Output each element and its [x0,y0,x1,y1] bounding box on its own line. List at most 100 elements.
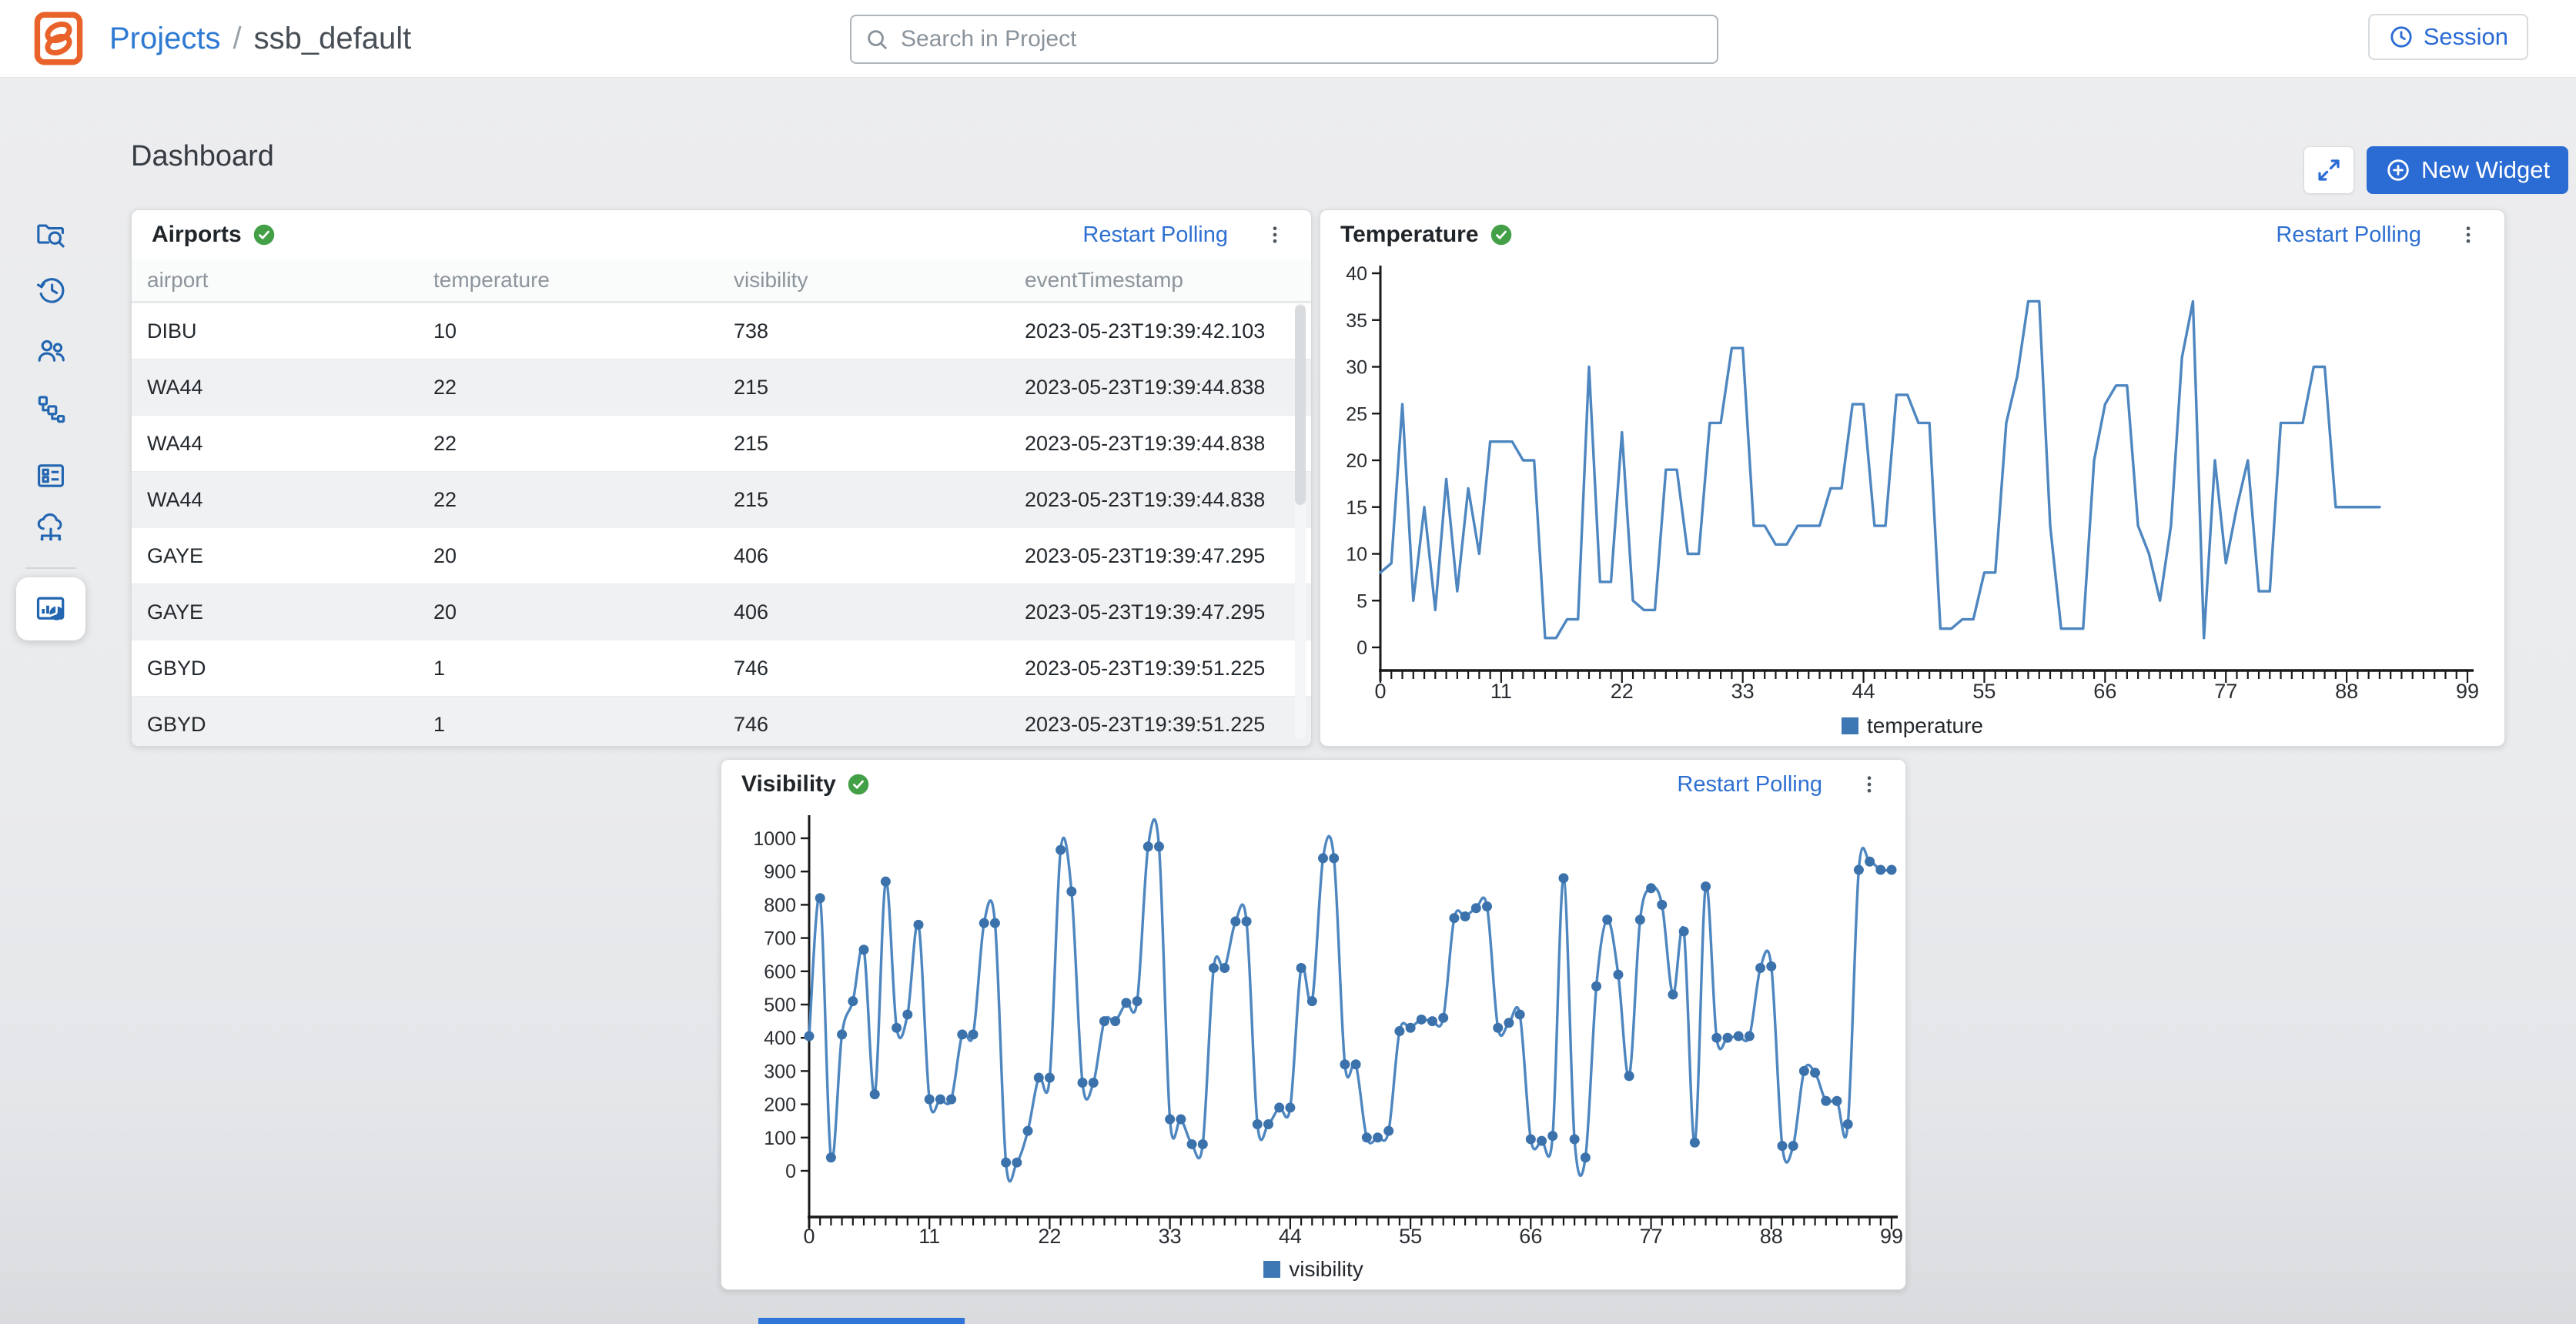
top-header: Projects / ssb_default Session [0,0,2576,78]
legend-swatch [1263,1261,1280,1278]
table-header-row: airport temperature visibility eventTime… [132,259,1311,303]
table-cell: 22 [433,376,734,400]
widget-temperature: Temperature Restart Polling 051015202530… [1320,209,2505,747]
table-scrollbar-thumb[interactable] [1295,305,1306,505]
column-header-temperature[interactable]: temperature [433,268,734,293]
table-row: DIBU107382023-05-23T19:39:42.103 [132,303,1311,359]
temperature-legend: temperature [1320,714,2504,738]
legend-swatch [1842,717,1858,734]
table-cell: 2023-05-23T19:39:44.838 [1025,488,1296,512]
widget-airports-header: Airports Restart Polling [132,210,1311,259]
table-cell: 215 [734,376,1025,400]
expand-dashboard-button[interactable] [2303,146,2354,194]
widget-visibility-header: Visibility Restart Polling [721,760,1905,809]
svg-text:15: 15 [1346,497,1367,519]
breadcrumb-projects-link[interactable]: Projects [109,22,221,56]
svg-text:0: 0 [1374,680,1386,703]
project-search[interactable] [850,15,1718,64]
table-row: GAYE204062023-05-23T19:39:47.295 [132,583,1311,640]
sidebar-item-project-explorer[interactable] [33,217,69,252]
svg-text:0: 0 [1357,637,1367,659]
svg-text:100: 100 [764,1128,796,1149]
table-cell: 215 [734,488,1025,512]
kebab-menu-icon [2457,222,2480,248]
table-cell: 20 [433,544,734,568]
table-cell: 2023-05-23T19:39:51.225 [1025,713,1296,737]
sidebar-item-history[interactable] [33,272,69,308]
svg-text:88: 88 [1760,1225,1783,1248]
svg-text:11: 11 [918,1225,940,1248]
table-cell: 215 [734,432,1025,456]
widget-menu-button[interactable] [2452,219,2484,251]
table-cell: 1 [433,657,734,680]
svg-text:99: 99 [2456,680,2479,703]
widget-title: Airports [152,222,242,248]
table-cell: GAYE [147,544,433,568]
horizontal-scrollbar-thumb[interactable] [758,1318,965,1324]
svg-text:44: 44 [1852,680,1875,703]
table-cell: WA44 [147,376,433,400]
clock-icon [2388,24,2414,50]
svg-text:200: 200 [764,1095,796,1116]
widget-title: Visibility [741,771,836,797]
new-widget-button[interactable]: New Widget [2367,146,2568,194]
table-row: GBYD17462023-05-23T19:39:51.225 [132,696,1311,747]
table-cell: WA44 [147,432,433,456]
table-row: GAYE204062023-05-23T19:39:47.295 [132,527,1311,583]
table-cell: 10 [433,319,734,343]
legend-label: visibility [1289,1257,1363,1282]
check-circle-icon [847,773,870,796]
widget-menu-button[interactable] [1853,768,1885,801]
ssb-logo-glyph [34,12,83,65]
table-cell: 20 [433,600,734,624]
table-scrollbar[interactable] [1295,303,1306,739]
table-row: GBYD17462023-05-23T19:39:51.225 [132,640,1311,696]
table-cell: GBYD [147,657,433,680]
temperature-chart: 05101520253035400112233445566778899 [1320,253,2504,720]
search-input[interactable] [899,25,1717,53]
expand-icon [2315,156,2343,184]
session-button-label: Session [2424,23,2508,51]
svg-text:1000: 1000 [753,828,796,850]
svg-text:40: 40 [1346,263,1367,285]
restart-polling-link[interactable]: Restart Polling [1082,222,1228,248]
breadcrumb-current-project: ssb_default [254,22,412,56]
breadcrumb-separator: / [233,22,242,56]
data-sources-cloud-icon [34,510,68,544]
column-header-airport[interactable]: airport [147,268,433,293]
column-header-eventTimestamp[interactable]: eventTimestamp [1025,268,1296,293]
svg-text:99: 99 [1880,1225,1903,1248]
sidebar-item-dashboard-active[interactable] [16,577,85,640]
svg-text:22: 22 [1038,1225,1061,1248]
restart-polling-link[interactable]: Restart Polling [1677,772,1822,797]
table-cell: 2023-05-23T19:39:51.225 [1025,657,1296,680]
widget-title: Temperature [1340,222,1479,248]
widget-menu-button[interactable] [1259,219,1291,251]
table-row: WA44222152023-05-23T19:39:44.838 [132,415,1311,471]
svg-text:600: 600 [764,961,796,983]
table-cell: 2023-05-23T19:39:47.295 [1025,600,1296,624]
visibility-chart: 0100200300400500600700800900100001122334… [721,803,1905,1265]
table-cell: GAYE [147,600,433,624]
page-title: Dashboard [131,140,274,173]
sidebar-item-jobs-flow[interactable] [33,391,69,426]
table-cell: WA44 [147,488,433,512]
sidebar-item-tables-panel[interactable] [33,458,69,493]
svg-text:30: 30 [1346,357,1367,379]
svg-text:77: 77 [2214,680,2237,703]
sidebar-item-users[interactable] [33,333,69,368]
restart-polling-link[interactable]: Restart Polling [2276,222,2421,248]
table-cell: GBYD [147,713,433,737]
session-button[interactable]: Session [2368,14,2528,60]
table-row: WA44222152023-05-23T19:39:44.838 [132,359,1311,415]
plus-circle-icon [2385,157,2411,183]
table-cell: 2023-05-23T19:39:42.103 [1025,319,1296,343]
sidebar-item-data-sources[interactable] [33,510,69,545]
users-icon [34,333,68,367]
table-cell: 22 [433,432,734,456]
column-header-visibility[interactable]: visibility [734,268,1025,293]
widget-temperature-header: Temperature Restart Polling [1320,210,2504,259]
new-widget-label: New Widget [2421,156,2550,184]
ssb-logo-icon[interactable] [34,12,83,65]
table-cell: 22 [433,488,734,512]
